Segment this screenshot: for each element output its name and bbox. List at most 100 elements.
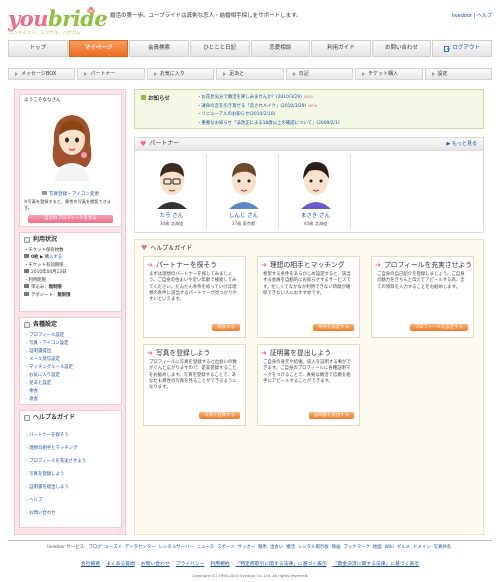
partner-card[interactable]: たろ さん 30歳 北海道 (137, 155, 207, 229)
news-item[interactable]: ・重要なお知らせ「法改正による18歳以上の確認について」(2009/2/1) (197, 120, 340, 128)
help-link[interactable]: ヘルプ (477, 13, 492, 19)
service-link[interactable]: 出会い (270, 545, 283, 550)
service-link[interactable]: ニュース (197, 545, 214, 550)
help-item-certificate[interactable]: 証明書を提出しよう (20, 481, 121, 494)
logo[interactable]: youbride ウンメイヒト、ミツケル、ハグクム (8, 6, 108, 36)
news-item[interactable]: ・リニューアルのお知らせ(2010/2/10) (197, 111, 340, 119)
submit-certificate-button[interactable]: 証明書を提出する (308, 411, 354, 419)
welcome-label: ようこそ (24, 98, 43, 103)
subtab-partner[interactable]: パートナー (77, 68, 145, 80)
more-link-label: もっと見る (451, 141, 477, 147)
guide-card-title: プロフィールを充実させよう (383, 261, 473, 270)
settings-item-certificate[interactable]: 証明書提出 (20, 348, 121, 356)
subtab-favorites[interactable]: お気に入り (146, 68, 215, 80)
arrow-icon: ➜ (375, 261, 381, 269)
service-link[interactable]: ブログ (88, 545, 101, 550)
footer-link[interactable]: よくある質問 (106, 562, 135, 567)
ticket-expiry-label: ・チケット有効期限 (24, 262, 64, 268)
set-condition-button[interactable]: 条件を設定する (313, 323, 354, 331)
service-link[interactable]: Wiki (385, 545, 394, 550)
search-button[interactable]: 検索する (212, 323, 240, 331)
service-link[interactable]: ドメイン (413, 545, 431, 550)
service-link[interactable]: 写真共有 (434, 545, 452, 550)
partner-info: 37歳 東京都 (231, 221, 256, 226)
footer-link[interactable]: お問い合わせ (141, 562, 170, 567)
settings-item-favorites[interactable]: お気に入り設定 (20, 372, 121, 380)
news-item[interactable]: ・運命の恋を引き寄せる「恋されメイク」(2010/3/29) NEW (197, 102, 340, 111)
tab-guide[interactable]: 利用ガイド (311, 40, 371, 57)
service-link[interactable]: ブックマーク (343, 545, 369, 550)
help-item-contact[interactable]: お問い合わせ (20, 507, 121, 520)
logout-button[interactable]: ログアウト (432, 40, 492, 57)
news-label-row: お知らせ (141, 95, 170, 103)
help-item-search[interactable]: パートナーを探そう (20, 429, 121, 442)
footer-link[interactable]: 利用規約 (210, 562, 229, 567)
help-item-photo[interactable]: 写真を登録しよう (20, 468, 121, 481)
guide-card-body: ご自身の自己紹介を登録しましょう。ご自身の魅力をきちんと伝えてアピールする為、全… (377, 271, 465, 290)
footer-link[interactable]: 会社概要 (81, 562, 100, 567)
service-link[interactable]: グルメ (397, 545, 410, 550)
single-icon (24, 284, 29, 288)
footer-link[interactable]: 「資金決済に関する法律」に基づく表示 (333, 562, 419, 567)
news-item[interactable]: ・お花見気分で婚活を楽しみませんか？(2010/3/29) NEW (197, 93, 340, 102)
service-link[interactable]: レンタルサーバー (159, 545, 194, 550)
set-profile-button[interactable]: プロフィールを設定する (409, 323, 468, 331)
footer-link[interactable]: 「特定商取引に関する法律」に基づく表示 (236, 562, 327, 567)
calendar-icon (24, 269, 29, 273)
settings-item-photo[interactable]: 写真・アイコン設定 (20, 340, 121, 348)
settings-item-mail[interactable]: メール受信設定 (20, 356, 121, 364)
subtab-message-box[interactable]: メッセージBOX (8, 68, 76, 80)
guide-card-body: プロフィールに写真を登録すると出会いの数がぐんと広がりますので、是非登録すること… (149, 359, 237, 391)
register-photo-button[interactable]: 写真を登録する (199, 411, 240, 419)
footer-link[interactable]: プライバシー (176, 562, 205, 567)
help-item-profile[interactable]: プロフィールを充実させよう (20, 455, 121, 468)
ticket-buy-link[interactable]: 購入する (45, 255, 63, 260)
livedoor-link[interactable]: livedoor (452, 13, 472, 19)
settings-item-footprints[interactable]: 足あと設定 (20, 380, 121, 388)
period-label: ・利用期限 (24, 277, 46, 283)
subtab-ticket[interactable]: チケット購入 (355, 68, 423, 80)
help-item-help[interactable]: ヘルプ (20, 494, 121, 507)
news-icon (141, 95, 146, 100)
ticket-count: 0枚 (31, 255, 39, 260)
guide-card: ➜ パートナーを探そう まずは理想のパートナーを探してみましょう。ご自身の住まいや… (143, 256, 246, 338)
subtab-footprints[interactable]: 足あと (216, 68, 284, 80)
tab-love-consult[interactable]: 恋愛相談 (250, 40, 311, 57)
service-link[interactable]: スポーツ (217, 545, 234, 550)
guide-card-title-row: ➜ 理想の相手とマッチング (258, 257, 359, 272)
subtab-settings[interactable]: 設定 (424, 68, 492, 80)
tab-top[interactable]: トップ (8, 40, 68, 57)
partner-name[interactable]: たろ さん (137, 213, 206, 220)
settings-item-matching[interactable]: マッチングルール設定 (20, 364, 121, 372)
service-link[interactable]: データセンター (125, 545, 156, 550)
more-link[interactable]: ▶ もっと見る (447, 141, 477, 147)
tab-contact[interactable]: お問い合わせ (371, 40, 432, 57)
guide-card-title-row: ➜ 写真を登録しよう (144, 345, 245, 360)
partner-card[interactable]: しんじ さん 37歳 東京都 (209, 155, 279, 229)
tab-mypage[interactable]: マイページ (68, 40, 129, 57)
view-profile-button[interactable]: 自分のプロフィールを見る (28, 215, 113, 223)
partner-card[interactable]: まさき さん 40歳 北海道 (281, 155, 351, 229)
subtab-diary[interactable]: 日記 (285, 68, 354, 80)
partner-name[interactable]: まさき さん (281, 213, 350, 220)
guide-card-title: 証明書を提出しよう (269, 349, 332, 358)
settings-item-pause[interactable]: 休会 (20, 388, 121, 396)
photo-register-link[interactable]: 写真登録・アイコン変更 (49, 192, 99, 197)
single-label: 単込み (31, 285, 45, 290)
service-link[interactable]: 競馬 (258, 545, 267, 550)
partner-name[interactable]: しんじ さん (209, 213, 278, 220)
service-link[interactable]: ユーズド (105, 545, 122, 550)
help-item-matching[interactable]: 理想の相手とマッチング (20, 442, 121, 455)
service-link[interactable]: 婚活 (286, 545, 295, 550)
settings-item-profile[interactable]: プロフィール設定 (20, 332, 121, 340)
tab-member-search[interactable]: 会員検索 (129, 40, 189, 57)
new-badge: NEW (308, 103, 318, 109)
service-link[interactable]: レンタル掲示板 (298, 545, 329, 550)
deposit-icon (24, 291, 29, 296)
service-link[interactable]: 映画 (332, 545, 341, 550)
tab-diary[interactable]: ひとこと日記 (189, 40, 250, 57)
service-link[interactable]: サッカー (238, 545, 256, 550)
service-link[interactable]: 地図 (373, 545, 382, 550)
settings-item-withdraw[interactable]: 退会 (20, 396, 121, 404)
arrow-icon: ➜ (147, 261, 153, 269)
